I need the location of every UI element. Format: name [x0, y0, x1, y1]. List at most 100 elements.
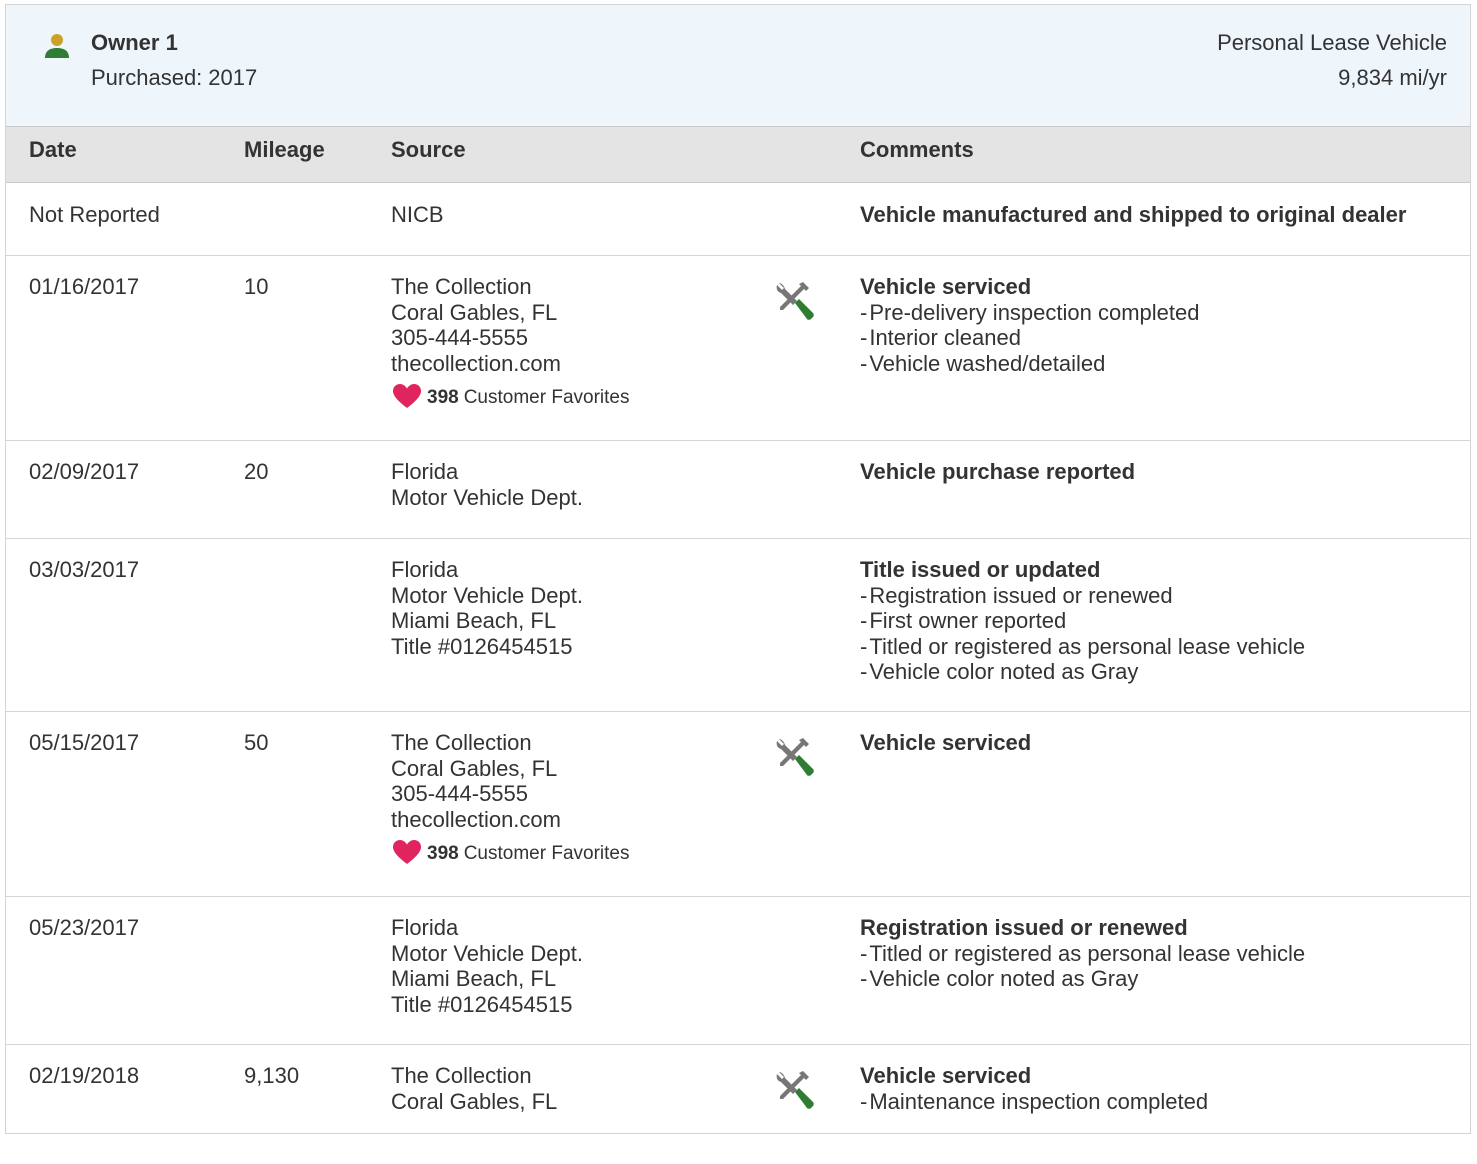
source-line: The Collection [391, 274, 532, 299]
source-line: 305-444-5555 [391, 325, 529, 350]
row-mileage: 9,130 [244, 1063, 300, 1088]
bullet-dash: - [860, 582, 868, 608]
comment-title: Vehicle manufactured and shipped to orig… [860, 202, 1407, 227]
row-source: The Collection Coral Gables, FL [391, 1063, 557, 1114]
source-line: Motor Vehicle Dept. [391, 582, 583, 608]
column-header-comments: Comments [860, 137, 974, 162]
table-row: 02/19/2018 9,130 The Collection Coral Gable… [6, 1044, 1470, 1164]
row-date: Not Reported [29, 202, 160, 227]
service-tools-icon [776, 1071, 814, 1109]
miles-per-year: 9,834 mi/yr [1338, 65, 1447, 90]
customer-favorites[interactable]: 398 Customer Favorites [391, 383, 629, 410]
comment-item: -Vehicle washed/detailed [860, 351, 1200, 377]
purchased-year: 2017 [208, 65, 258, 90]
source-line: Miami Beach, FL [391, 608, 557, 633]
source-line: 305-444-5555 [391, 781, 529, 806]
purchased-label: Purchased: [91, 65, 203, 90]
row-source: NICB [391, 202, 444, 228]
comment-item: -Maintenance inspection completed [860, 1089, 1208, 1115]
row-comments: Vehicle serviced -Pre-delivery inspection… [860, 274, 1200, 376]
row-date: 03/03/2017 [29, 557, 140, 582]
vehicle-type: Personal Lease Vehicle [1217, 30, 1447, 55]
person-icon [45, 34, 69, 58]
comment-title: Title issued or updated [860, 557, 1101, 582]
source-line: Florida [391, 557, 459, 582]
comment-text: Vehicle washed/detailed [869, 350, 1106, 376]
comment-item: -Registration issued or renewed [860, 583, 1305, 609]
table-row: Not Reported NICB Vehicle manufactured and… [6, 183, 1470, 256]
row-mileage: 50 [244, 730, 269, 755]
row-comments: Title issued or updated -Registration iss… [860, 557, 1305, 685]
source-line: The Collection [391, 1063, 532, 1088]
comment-text: Titled or registered as personal lease v… [869, 633, 1306, 659]
bullet-dash: - [860, 940, 868, 966]
customer-favorites[interactable]: 398 Customer Favorites [391, 839, 629, 866]
bullet-dash: - [860, 659, 868, 684]
comment-text: First owner reported [869, 608, 1067, 633]
source-line: Florida [391, 915, 459, 940]
comment-title: Vehicle serviced [860, 274, 1032, 299]
bullet-dash: - [860, 633, 868, 659]
service-tools-icon [776, 282, 814, 320]
owner-title: Owner 1 [91, 30, 178, 55]
comment-text: Pre-delivery inspection completed [869, 299, 1200, 325]
table-row: 03/03/2017 Florida Motor Vehicle Dept. Miam… [6, 538, 1470, 712]
bullet-dash: - [860, 299, 868, 325]
owner-header: Owner 1 Purchased: 2017 Personal Lease Ve… [6, 5, 1470, 127]
source-line: Title #0126454515 [391, 991, 573, 1017]
bullet-dash: - [860, 350, 868, 376]
row-source: Florida Motor Vehicle Dept. [391, 459, 583, 510]
table-row: 05/23/2017 Florida Motor Vehicle Dept. Miam… [6, 896, 1470, 1045]
row-date: 01/16/2017 [29, 274, 140, 299]
row-date: 02/09/2017 [29, 459, 140, 484]
table-row: 01/16/2017 10 The Collection Coral Gables, … [6, 255, 1470, 441]
row-comments: Vehicle manufactured and shipped to orig… [860, 202, 1406, 228]
comment-item: -Titled or registered as personal lease … [860, 941, 1305, 967]
comment-text: Vehicle color noted as Gray [869, 659, 1139, 684]
bullet-dash: - [860, 325, 868, 350]
row-source: Florida Motor Vehicle Dept. Miami Beach, F… [391, 915, 583, 1017]
column-header-mileage: Mileage [244, 137, 325, 162]
table-row: 05/15/2017 50 The Collection Coral Gables, … [6, 711, 1470, 897]
row-comments: Vehicle serviced [860, 730, 1031, 756]
source-line: Motor Vehicle Dept. [391, 484, 583, 510]
row-comments: Vehicle serviced -Maintenance inspection … [860, 1063, 1208, 1114]
comment-title: Vehicle serviced [860, 1063, 1032, 1088]
favorites-label: Customer Favorites [463, 387, 630, 408]
row-comments: Registration issued or renewed -Titled or… [860, 915, 1305, 992]
row-source: The Collection Coral Gables, FL 305-444-55… [391, 730, 629, 866]
comment-item: -Titled or registered as personal lease … [860, 634, 1305, 660]
service-tools-icon [776, 738, 814, 776]
comment-item: -Interior cleaned [860, 325, 1200, 351]
row-source: Florida Motor Vehicle Dept. Miami Beach, F… [391, 557, 583, 659]
comment-text: Maintenance inspection completed [869, 1088, 1209, 1114]
source-line: NICB [391, 202, 444, 227]
table-row: 02/09/2017 20 Florida Motor Vehicle Dept. Ve… [6, 440, 1470, 539]
favorites-count: 398 [427, 843, 459, 864]
comment-item: -First owner reported [860, 608, 1305, 634]
table-header-row: Date Mileage Source Comments [6, 127, 1470, 183]
row-source: The Collection Coral Gables, FL 305-444-55… [391, 274, 629, 410]
source-line: Motor Vehicle Dept. [391, 940, 583, 966]
favorites-label: Customer Favorites [463, 843, 630, 864]
row-comments: Vehicle purchase reported [860, 459, 1135, 485]
row-date: 05/23/2017 [29, 915, 140, 940]
bullet-dash: - [860, 608, 868, 633]
heart-icon [393, 384, 421, 408]
heart-icon [393, 840, 421, 864]
source-line: Coral Gables, FL [391, 755, 558, 781]
comment-text: Vehicle color noted as Gray [869, 966, 1139, 991]
column-header-source: Source [391, 137, 466, 162]
favorites-count: 398 [427, 387, 459, 408]
source-line: Coral Gables, FL [391, 299, 558, 325]
source-line: The Collection [391, 730, 532, 755]
comment-item: -Vehicle color noted as Gray [860, 966, 1305, 992]
bullet-dash: - [860, 966, 868, 991]
row-mileage: 10 [244, 274, 269, 299]
comment-text: Registration issued or renewed [869, 582, 1173, 608]
comment-item: -Vehicle color noted as Gray [860, 659, 1305, 685]
source-line: Miami Beach, FL [391, 966, 557, 991]
source-line: thecollection.com [391, 350, 561, 376]
purchased-info: Purchased: 2017 [91, 65, 257, 91]
bullet-dash: - [860, 1088, 868, 1114]
